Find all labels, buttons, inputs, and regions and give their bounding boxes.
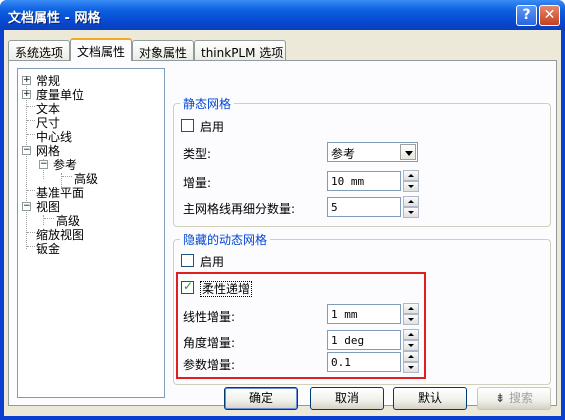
linear-increment-value: 1 mm [331, 308, 358, 321]
dynamic-grid-enable-label: 启用 [200, 255, 225, 269]
dialog-body: 系统选项 文档属性 对象属性 thinkPLM 选项 + 常规 + 度量单位 文… [4, 30, 561, 416]
spin-up-icon[interactable] [403, 170, 419, 181]
flex-increment-checkbox[interactable]: ✓ [181, 279, 194, 294]
help-button[interactable]: ? [516, 5, 537, 26]
spin-up-icon[interactable] [403, 303, 419, 314]
dynamic-grid-title: 隐藏的动态网格 [180, 231, 271, 248]
static-grid-enable-label: 启用 [200, 120, 225, 134]
spin-down-icon[interactable] [403, 314, 419, 325]
tab-system-options[interactable]: 系统选项 [8, 40, 70, 60]
angle-increment-input[interactable]: 1 deg [327, 330, 401, 350]
linear-increment-input[interactable]: 1 mm [327, 304, 401, 324]
collapse-icon[interactable]: − [39, 160, 48, 169]
search-button[interactable]: ⇟ 搜索 [477, 387, 551, 410]
flex-increment-label: 柔性递增 [200, 280, 253, 297]
param-increment-label: 参数增量: [183, 358, 236, 372]
spin-up-icon[interactable] [403, 351, 419, 362]
checkmark-icon: ✓ [183, 279, 194, 293]
angle-increment-spinner[interactable] [403, 329, 419, 351]
tab-panel: + 常规 + 度量单位 文本 尺寸 中心线 − 网格 − 参考 高级 基准平面 … [8, 60, 557, 406]
spin-up-icon[interactable] [403, 196, 419, 207]
increment-input[interactable]: 10 mm [327, 171, 401, 191]
subdivision-label: 主网格线再细分数量: [183, 202, 296, 216]
tree-item-sheet-metal[interactable]: 钣金 [36, 240, 60, 257]
search-icon: ⇟ [495, 391, 506, 405]
subdivision-spinner[interactable] [403, 196, 419, 218]
subdivision-input[interactable]: 5 [327, 197, 401, 217]
cancel-button[interactable]: 取消 [310, 387, 384, 410]
spin-down-icon[interactable] [403, 362, 419, 373]
close-button[interactable]: ✕ [539, 5, 560, 26]
dynamic-grid-enable-checkbox[interactable] [181, 254, 194, 267]
chevron-down-icon[interactable] [400, 144, 416, 160]
static-grid-title: 静态网格 [180, 95, 235, 112]
tab-document-properties[interactable]: 文档属性 [70, 38, 132, 61]
linear-increment-label: 线性增量: [183, 310, 236, 324]
collapse-icon[interactable]: − [22, 146, 31, 155]
grid-type-label: 类型: [183, 147, 212, 161]
static-grid-enable-checkbox[interactable] [181, 119, 194, 132]
dialog-window: 文档属性 - 网格 ? ✕ 系统选项 文档属性 对象属性 thinkPLM 选项… [0, 0, 565, 420]
param-increment-input[interactable]: 0.1 [327, 352, 401, 372]
search-button-label: 搜索 [508, 391, 533, 405]
grid-type-value: 参考 [331, 147, 356, 161]
expand-icon[interactable]: + [22, 90, 31, 99]
expand-icon[interactable]: + [22, 76, 31, 85]
tab-thinkplm-options[interactable]: thinkPLM 选项 [194, 40, 286, 60]
property-tree[interactable]: + 常规 + 度量单位 文本 尺寸 中心线 − 网格 − 参考 高级 基准平面 … [17, 68, 165, 398]
angle-increment-label: 角度增量: [183, 336, 236, 350]
collapse-icon[interactable]: − [22, 202, 31, 211]
increment-value: 10 mm [331, 175, 365, 188]
title-bar[interactable]: 文档属性 - 网格 ? ✕ [0, 0, 565, 30]
increment-label: 增量: [183, 176, 212, 190]
spin-up-icon[interactable] [403, 329, 419, 340]
flex-increment-text: 柔性递增 [200, 281, 253, 297]
increment-spinner[interactable] [403, 170, 419, 192]
default-button[interactable]: 默认 [393, 387, 467, 410]
tab-object-properties[interactable]: 对象属性 [132, 40, 194, 60]
spin-down-icon[interactable] [403, 181, 419, 192]
spin-down-icon[interactable] [403, 340, 419, 351]
param-increment-value: 0.1 [331, 356, 351, 369]
param-increment-spinner[interactable] [403, 351, 419, 373]
grid-type-select[interactable]: 参考 [327, 142, 418, 162]
angle-increment-value: 1 deg [331, 334, 365, 347]
window-title: 文档属性 - 网格 [8, 11, 101, 26]
ok-button[interactable]: 确定 [224, 387, 298, 410]
spin-down-icon[interactable] [403, 207, 419, 218]
subdivision-value: 5 [331, 201, 338, 214]
linear-increment-spinner[interactable] [403, 303, 419, 325]
